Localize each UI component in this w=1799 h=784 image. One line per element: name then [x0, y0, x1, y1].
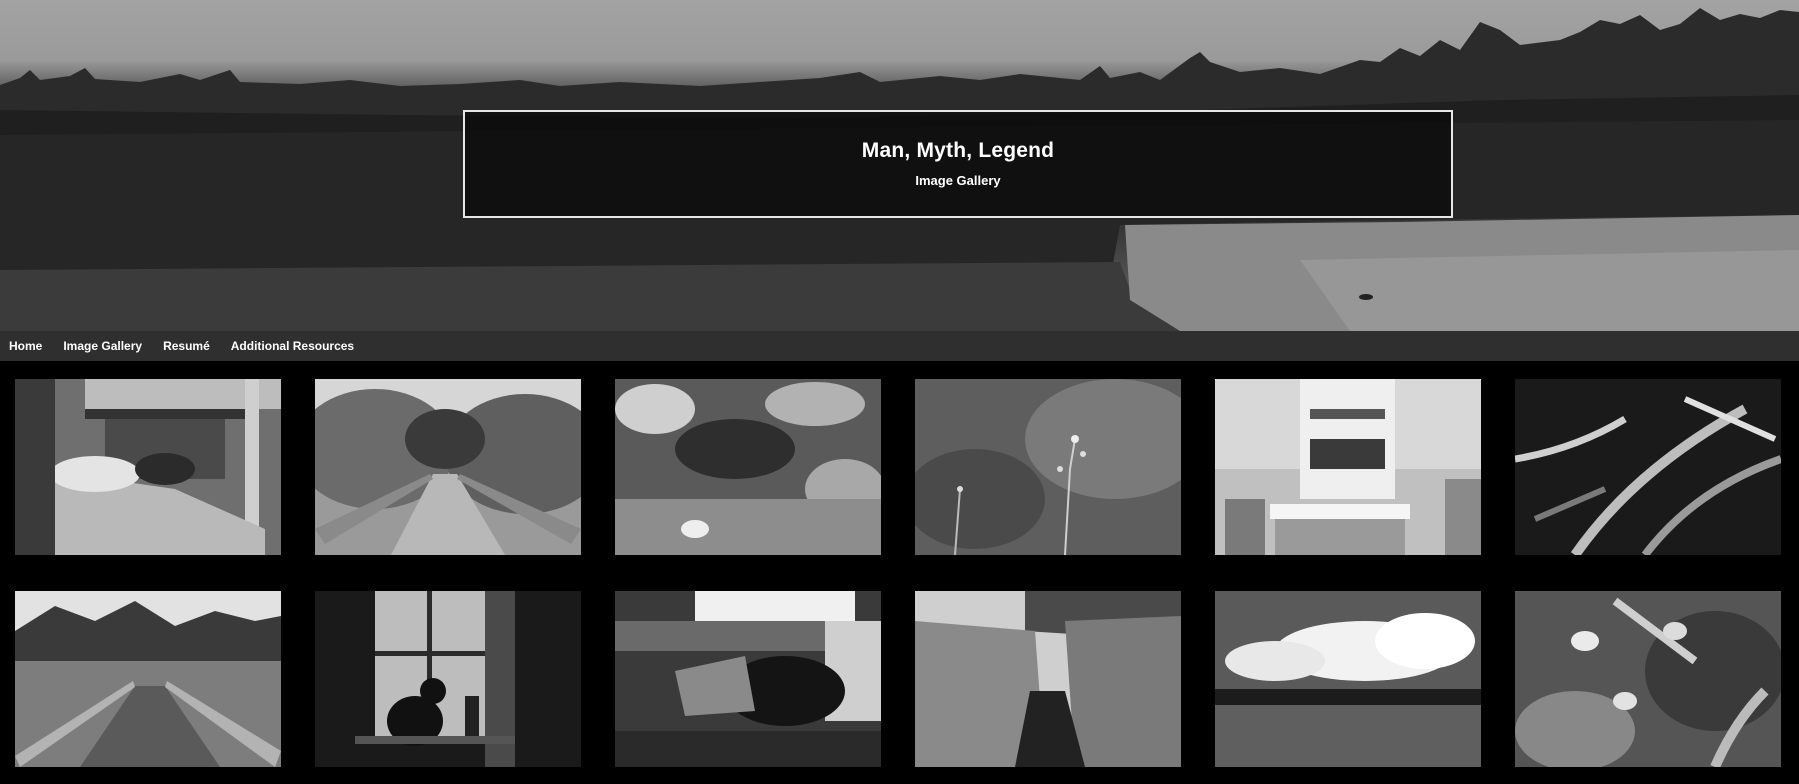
gallery-photo-marsh-boardwalk[interactable]	[15, 591, 281, 767]
hero-banner: Man, Myth, Legend Image Gallery	[0, 0, 1799, 331]
main-nav: Home Image Gallery Resumé Additional Res…	[0, 331, 1799, 361]
gallery-photo-reeds-stream[interactable]	[915, 591, 1181, 767]
site-title: Man, Myth, Legend	[861, 139, 1055, 162]
nav-additional-resources-link[interactable]: Additional Resources	[231, 339, 354, 353]
image-gallery-grid	[0, 361, 1799, 784]
gallery-photo-plants-closeup[interactable]	[615, 379, 881, 555]
nav-image-gallery-link[interactable]: Image Gallery	[63, 339, 142, 353]
hero-title-box: Man, Myth, Legend Image Gallery	[463, 110, 1453, 218]
gallery-photo-kitchen-stereo[interactable]	[1215, 379, 1481, 555]
nav-resume-link[interactable]: Resumé	[163, 339, 210, 353]
gallery-photo-cat-on-blanket[interactable]	[615, 591, 881, 767]
nav-home-link[interactable]: Home	[9, 339, 42, 353]
gallery-photo-clouds-field[interactable]	[1215, 591, 1481, 767]
gallery-photo-small-flowers[interactable]	[915, 379, 1181, 555]
gallery-photo-fern-leaves[interactable]	[1515, 379, 1781, 555]
gallery-photo-forest-boardwalk[interactable]	[315, 379, 581, 555]
gallery-photo-cat-in-window[interactable]	[315, 591, 581, 767]
gallery-photo-bunk-bed-dog[interactable]	[15, 379, 281, 555]
site-subtitle: Image Gallery	[915, 173, 1001, 188]
gallery-photo-wildflowers[interactable]	[1515, 591, 1781, 767]
